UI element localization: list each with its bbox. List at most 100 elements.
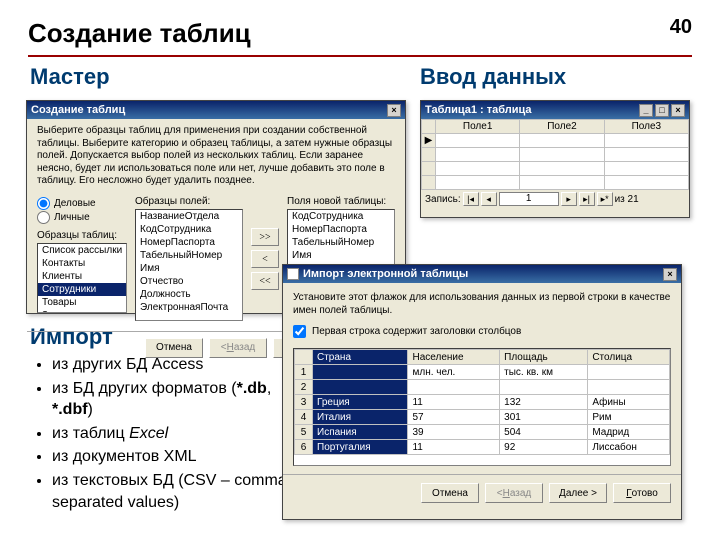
page-number: 40 bbox=[670, 16, 692, 39]
cell[interactable]: 57 bbox=[408, 410, 500, 425]
nav-new-button[interactable]: ▸* bbox=[597, 192, 613, 206]
cell[interactable]: млн. чел. bbox=[408, 365, 500, 380]
window-title: Импорт электронной таблицы bbox=[303, 268, 468, 280]
nav-first-button[interactable]: |◂ bbox=[463, 192, 479, 206]
col-header[interactable]: Поле2 bbox=[520, 120, 604, 134]
cell[interactable]: Лиссабон bbox=[588, 440, 670, 455]
record-number-input[interactable]: 1 bbox=[499, 192, 559, 206]
cancel-button[interactable]: Отмена bbox=[421, 483, 479, 503]
list-sample-fields[interactable]: НазваниеОтделаКодСотрудникаНомерПаспорта… bbox=[135, 209, 243, 321]
record-total: из 21 bbox=[615, 194, 639, 205]
list-item[interactable]: НомерПаспорта bbox=[136, 236, 242, 249]
list-item[interactable]: Имя bbox=[288, 249, 394, 262]
remove-all-button[interactable]: << bbox=[251, 272, 279, 290]
cell[interactable]: Португалия bbox=[313, 440, 408, 455]
wizard-intro: Выберите образцы таблиц для применения п… bbox=[37, 125, 395, 188]
cell[interactable] bbox=[500, 380, 588, 395]
cell[interactable] bbox=[588, 365, 670, 380]
col-header[interactable]: Страна bbox=[313, 350, 408, 365]
list-item: из БД других форматов (*.db, *.dbf) bbox=[52, 378, 294, 421]
radio-business[interactable]: Деловые bbox=[37, 197, 127, 210]
window-title: Создание таблиц bbox=[31, 104, 125, 116]
finish-button[interactable]: Готово bbox=[613, 483, 671, 503]
preview-grid[interactable]: СтранаНаселениеПлощадьСтолица1млн. чел.т… bbox=[294, 349, 670, 455]
titlebar[interactable]: Импорт электронной таблицы × bbox=[283, 265, 681, 283]
list-item[interactable]: ТабельныйНомер bbox=[136, 249, 242, 262]
cell[interactable]: 301 bbox=[500, 410, 588, 425]
list-sample-tables[interactable]: Список рассылкиКонтактыКлиентыСотрудники… bbox=[37, 243, 127, 313]
divider bbox=[28, 55, 692, 57]
cell[interactable]: 11 bbox=[408, 395, 500, 410]
titlebar[interactable]: Таблица1 : таблица _ □ × bbox=[421, 101, 689, 119]
close-icon[interactable]: × bbox=[387, 104, 401, 117]
list-item[interactable]: Заказы bbox=[38, 309, 126, 313]
close-icon[interactable]: × bbox=[663, 268, 677, 281]
list-item[interactable]: Сотрудники bbox=[38, 283, 126, 296]
list-item[interactable]: НазваниеОтдела bbox=[136, 210, 242, 223]
cell[interactable] bbox=[408, 380, 500, 395]
cell[interactable]: 132 bbox=[500, 395, 588, 410]
titlebar[interactable]: Создание таблиц × bbox=[27, 101, 405, 119]
list-item[interactable]: Должность bbox=[136, 288, 242, 301]
back-button: < Назад bbox=[485, 483, 543, 503]
maximize-icon[interactable]: □ bbox=[655, 104, 669, 117]
datasheet-window: Таблица1 : таблица _ □ × Поле1 Поле2 Пол… bbox=[420, 100, 690, 218]
cell[interactable] bbox=[313, 380, 408, 395]
col-header[interactable]: Столица bbox=[588, 350, 670, 365]
list-item: из таблиц Excel bbox=[52, 423, 294, 445]
list-item[interactable]: Отчество bbox=[136, 275, 242, 288]
close-icon[interactable]: × bbox=[671, 104, 685, 117]
list-item[interactable]: Список рассылки bbox=[38, 244, 126, 257]
cell[interactable]: Афины bbox=[588, 395, 670, 410]
label-sample-tables: Образцы таблиц: bbox=[37, 230, 127, 241]
cell[interactable]: Италия bbox=[313, 410, 408, 425]
nav-next-button[interactable]: ▸ bbox=[561, 192, 577, 206]
record-navigator: Запись: |◂ ◂ 1 ▸ ▸| ▸* из 21 bbox=[421, 190, 689, 208]
cell[interactable]: Испания bbox=[313, 425, 408, 440]
list-item: из документов XML bbox=[52, 446, 294, 468]
col-header[interactable]: Население bbox=[408, 350, 500, 365]
cell[interactable] bbox=[313, 365, 408, 380]
slide-title: Создание таблиц bbox=[28, 18, 692, 49]
label-sample-fields: Образцы полей: bbox=[135, 196, 243, 207]
add-all-button[interactable]: >> bbox=[251, 228, 279, 246]
cell[interactable]: тыс. кв. км bbox=[500, 365, 588, 380]
import-spreadsheet-dialog: Импорт электронной таблицы × Установите … bbox=[282, 264, 682, 520]
list-item[interactable]: Имя bbox=[136, 262, 242, 275]
window-title: Таблица1 : таблица bbox=[425, 104, 532, 116]
cell[interactable]: 92 bbox=[500, 440, 588, 455]
col-header[interactable]: Поле1 bbox=[436, 120, 520, 134]
col-header[interactable]: Поле3 bbox=[604, 120, 688, 134]
cell[interactable]: 39 bbox=[408, 425, 500, 440]
minimize-icon[interactable]: _ bbox=[639, 104, 653, 117]
col-header[interactable]: Площадь bbox=[500, 350, 588, 365]
first-row-headers-checkbox[interactable]: Первая строка содержит заголовки столбцо… bbox=[293, 325, 671, 338]
list-item[interactable]: Контакты bbox=[38, 257, 126, 270]
nav-last-button[interactable]: ▸| bbox=[579, 192, 595, 206]
back-button: < Назад bbox=[209, 338, 267, 358]
radio-personal[interactable]: Личные bbox=[37, 211, 127, 224]
list-item[interactable]: КодСотрудника bbox=[136, 223, 242, 236]
heading-wizard: Мастер bbox=[30, 64, 110, 90]
nav-prev-button[interactable]: ◂ bbox=[481, 192, 497, 206]
list-item[interactable]: Товары bbox=[38, 296, 126, 309]
list-item[interactable]: ТабельныйНомер bbox=[288, 236, 394, 249]
cell[interactable]: 504 bbox=[500, 425, 588, 440]
cell[interactable]: Рим bbox=[588, 410, 670, 425]
list-item[interactable]: Клиенты bbox=[38, 270, 126, 283]
heading-input: Ввод данных bbox=[420, 64, 566, 90]
list-item[interactable]: НомерПаспорта bbox=[288, 223, 394, 236]
cell[interactable]: Греция bbox=[313, 395, 408, 410]
cell[interactable] bbox=[588, 380, 670, 395]
cell[interactable]: 11 bbox=[408, 440, 500, 455]
list-item[interactable]: ЭлектроннаяПочта bbox=[136, 301, 242, 314]
import-icon bbox=[287, 268, 299, 280]
datasheet-grid[interactable]: Поле1 Поле2 Поле3 ▶ bbox=[421, 119, 689, 190]
remove-button[interactable]: < bbox=[251, 250, 279, 268]
list-item: из текстовых БД (CSV – comma separated v… bbox=[52, 470, 294, 513]
cancel-button[interactable]: Отмена bbox=[145, 338, 203, 358]
record-label: Запись: bbox=[425, 194, 461, 205]
list-item[interactable]: КодСотрудника bbox=[288, 210, 394, 223]
next-button[interactable]: Далее > bbox=[549, 483, 607, 503]
cell[interactable]: Мадрид bbox=[588, 425, 670, 440]
